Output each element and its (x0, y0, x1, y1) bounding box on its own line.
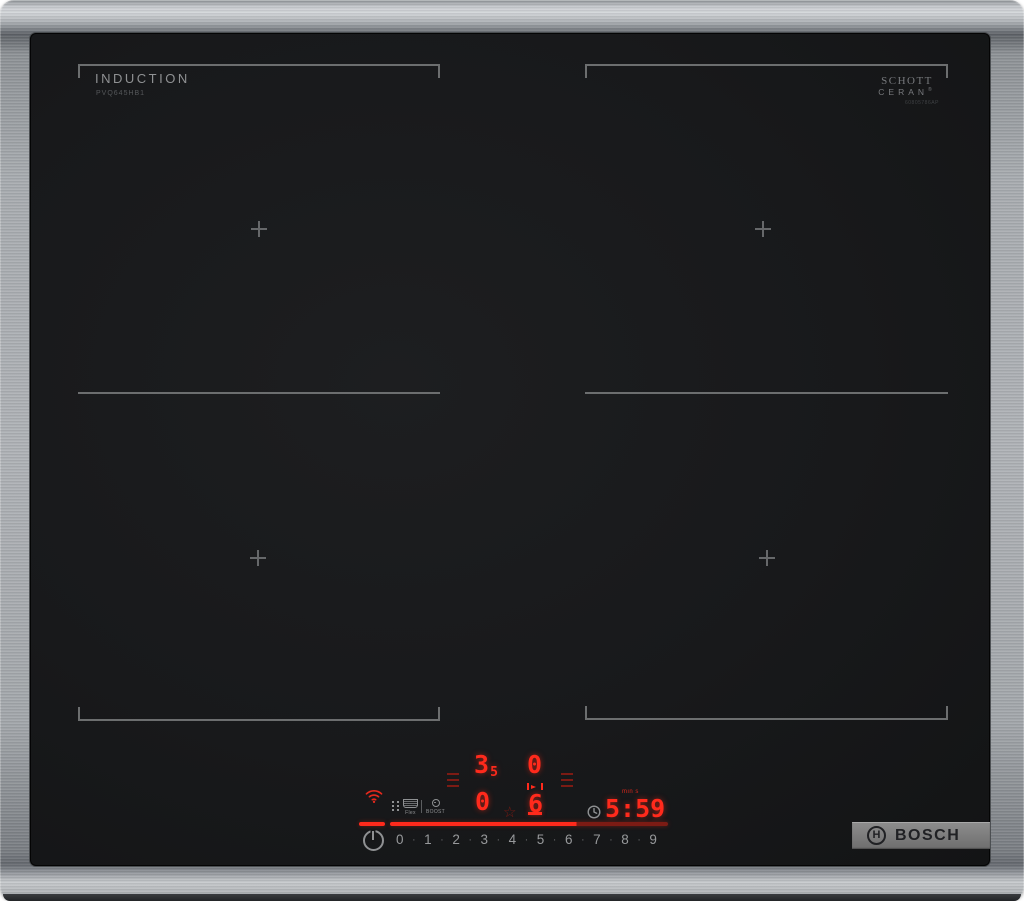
bosch-logo-text: BOSCH (895, 826, 961, 844)
favorite-star-icon[interactable]: ☆ (503, 805, 516, 820)
power-level-5[interactable]: 5 (537, 832, 545, 847)
separator-dot: · (637, 833, 641, 846)
schott-ceran-logo: SCHOTT CERAN® (877, 75, 937, 97)
separator-dot: · (440, 833, 444, 846)
schott-line2: CERAN® (878, 86, 936, 97)
flex-label: Flex (405, 809, 416, 816)
boost-icon (431, 799, 440, 807)
schott-code: 60805786AP (905, 100, 939, 106)
zone-bracket-rear-right (585, 64, 948, 78)
power-level-9[interactable]: 9 (649, 832, 657, 847)
display-rear-right[interactable]: 0 (527, 752, 542, 777)
bosch-symbol-icon: H (867, 826, 886, 845)
zone-bracket-front-left (78, 707, 440, 721)
bosch-badge: H BOSCH (852, 822, 990, 849)
power-level-2[interactable]: 2 (452, 832, 460, 847)
power-level-0[interactable]: 0 (396, 832, 404, 847)
power-icon[interactable] (363, 830, 384, 851)
power-level-6[interactable]: 6 (565, 832, 573, 847)
boost-label: BOOST (426, 808, 446, 815)
power-level-row[interactable]: 0 · 1 · 2 · 3 · 4 · 5 · 6 · 7 · 8 · 9 (396, 831, 657, 848)
timer-clock-icon[interactable] (587, 805, 601, 819)
zone-bracket-front-right (585, 706, 948, 720)
separator-dot: · (524, 833, 529, 846)
power-level-3[interactable]: 3 (480, 832, 488, 847)
zone-divider-left (78, 392, 440, 394)
slider-segment-left[interactable] (359, 822, 385, 826)
power-level-1[interactable]: 1 (424, 832, 432, 847)
pan-detect-icon (392, 801, 399, 812)
power-slider[interactable] (390, 822, 668, 826)
flex-zone-button[interactable]: Flex (403, 799, 418, 816)
separator-dot: · (412, 833, 416, 846)
power-level-4[interactable]: 4 (509, 832, 517, 847)
separator-dot: · (609, 833, 613, 846)
separator-dot: · (580, 833, 585, 846)
model-number: PVQ645HB1 (96, 90, 146, 97)
separator-dot: · (468, 833, 472, 846)
zone-cross-rear-right (755, 221, 771, 237)
power-level-7[interactable]: 7 (593, 832, 601, 847)
zone-select-marker-right[interactable] (561, 773, 573, 787)
zone-select-marker-left[interactable] (447, 773, 459, 787)
separator-dot: · (552, 833, 557, 846)
zone-divider-right (585, 392, 948, 394)
timer-display[interactable]: 5:59 (605, 796, 665, 821)
separator-dot: · (496, 833, 501, 846)
frame-bottom-edge (3, 894, 1021, 901)
icon-divider (421, 800, 422, 813)
zone-cross-rear-left (251, 221, 267, 237)
display-rear-left[interactable]: 35 (474, 752, 498, 779)
glass-surface (30, 33, 990, 866)
wifi-icon (364, 787, 384, 804)
selected-zone-underline (528, 812, 542, 815)
zone-cross-front-left (250, 550, 266, 566)
power-level-8[interactable]: 8 (621, 832, 629, 847)
product-photo-stage: INDUCTION PVQ645HB1 SCHOTT CERAN® 608057… (0, 0, 1024, 901)
flex-pan-icon (403, 799, 418, 808)
display-front-left[interactable]: 0 (475, 789, 490, 814)
zone-cross-front-right (759, 550, 775, 566)
boost-button[interactable]: BOOST (426, 799, 445, 815)
zone-bracket-rear-left (78, 64, 440, 78)
